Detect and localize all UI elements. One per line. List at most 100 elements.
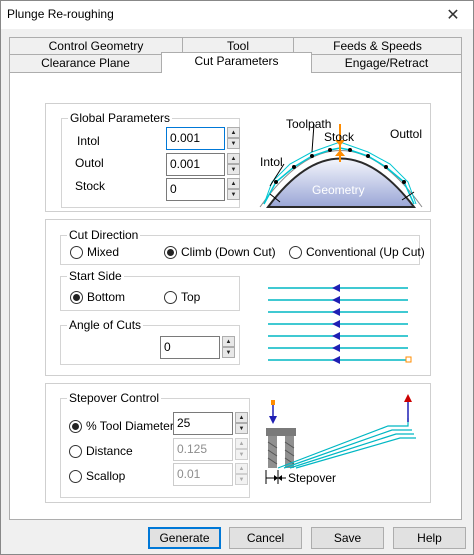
generate-button[interactable]: Generate bbox=[148, 527, 221, 549]
cut-settings-panel: Cut Direction Mixed Climb (Down Cut) Con… bbox=[45, 219, 431, 376]
outol-spinner[interactable]: ▲ ▼ bbox=[227, 153, 240, 175]
angle-spinner[interactable]: ▲ ▼ bbox=[222, 336, 235, 358]
title-bar: Plunge Re-roughing ✕ bbox=[1, 1, 473, 29]
cancel-button[interactable]: Cancel bbox=[229, 527, 302, 549]
tab-control-geometry[interactable]: Control Geometry bbox=[9, 37, 183, 55]
radio-label: Mixed bbox=[87, 245, 120, 259]
scallop-input[interactable]: 0.01 bbox=[173, 463, 233, 486]
spin-down-icon[interactable]: ▼ bbox=[235, 423, 248, 434]
tab-clearance-plane[interactable]: Clearance Plane bbox=[9, 54, 162, 73]
spin-up-icon[interactable]: ▲ bbox=[222, 336, 235, 347]
tab-feeds-speeds[interactable]: Feeds & Speeds bbox=[293, 37, 462, 55]
toolpath-point bbox=[328, 148, 332, 152]
toolpath-point bbox=[402, 180, 406, 184]
start-point-marker bbox=[405, 356, 412, 363]
stepover-panel: Stepover Control % Tool Diameter 25 ▲ ▼ D… bbox=[45, 383, 431, 503]
cut-direction-group: Cut Direction Mixed Climb (Down Cut) Con… bbox=[60, 228, 425, 265]
radio-indicator bbox=[69, 469, 82, 483]
tool-diameter-input[interactable]: 25 bbox=[173, 412, 233, 435]
radio-scallop[interactable]: Scallop bbox=[69, 469, 125, 483]
window-title: Plunge Re-roughing bbox=[7, 7, 114, 21]
start-side-title: Start Side bbox=[67, 269, 124, 283]
toolpath-point bbox=[310, 154, 314, 158]
direction-arrow-icon bbox=[332, 284, 340, 292]
global-parameters-title: Global Parameters bbox=[68, 111, 173, 125]
spin-down-icon[interactable]: ▼ bbox=[235, 474, 248, 485]
stepover-control-title: Stepover Control bbox=[67, 391, 162, 405]
direction-arrow-icon bbox=[332, 344, 340, 352]
toolpath-point bbox=[348, 148, 352, 152]
radio-top[interactable]: Top bbox=[164, 290, 200, 304]
radio-label: Distance bbox=[86, 444, 133, 458]
start-side-group: Start Side Bottom Top bbox=[60, 269, 240, 311]
spin-up-icon[interactable]: ▲ bbox=[235, 412, 248, 423]
help-button[interactable]: Help bbox=[393, 527, 466, 549]
radio-indicator bbox=[289, 245, 302, 259]
spin-down-icon[interactable]: ▼ bbox=[235, 449, 248, 460]
outol-label: Outol bbox=[75, 156, 104, 170]
toolpath-point bbox=[384, 165, 388, 169]
spin-down-icon[interactable]: ▼ bbox=[227, 138, 240, 149]
stock-label: Stock bbox=[75, 179, 106, 193]
radio-label: Conventional (Up Cut) bbox=[306, 245, 425, 259]
intol-label: Intol bbox=[77, 134, 100, 148]
radio-label: Scallop bbox=[86, 469, 126, 483]
spin-down-icon[interactable]: ▼ bbox=[227, 189, 240, 200]
spin-up-icon[interactable]: ▲ bbox=[235, 438, 248, 449]
close-icon[interactable]: ✕ bbox=[443, 5, 463, 25]
toolpath-point bbox=[292, 165, 296, 169]
radio-bottom[interactable]: Bottom bbox=[70, 290, 125, 304]
tab-cut-parameters[interactable]: Cut Parameters bbox=[161, 52, 312, 73]
distance-input[interactable]: 0.125 bbox=[173, 438, 233, 461]
spin-down-icon[interactable]: ▼ bbox=[227, 164, 240, 175]
radio-label: % Tool Diameter bbox=[86, 419, 174, 433]
radio-tool-diameter[interactable]: % Tool Diameter bbox=[69, 419, 174, 433]
radio-indicator bbox=[70, 290, 83, 304]
scallop-spinner[interactable]: ▲ ▼ bbox=[235, 463, 248, 485]
spin-up-icon[interactable]: ▲ bbox=[227, 127, 240, 138]
intol-input[interactable]: 0.001 bbox=[166, 127, 225, 150]
geometry-label: Geometry bbox=[312, 183, 365, 197]
radio-climb[interactable]: Climb (Down Cut) bbox=[164, 245, 276, 259]
spin-down-icon[interactable]: ▼ bbox=[222, 347, 235, 358]
stepover-control-group: Stepover Control % Tool Diameter 25 ▲ ▼ D… bbox=[60, 391, 250, 498]
stock-input[interactable]: 0 bbox=[166, 178, 225, 201]
tolerance-diagram: Toolpath Stock Outtol Intol Geometry bbox=[259, 117, 423, 208]
distance-spinner[interactable]: ▲ ▼ bbox=[235, 438, 248, 460]
spin-up-icon[interactable]: ▲ bbox=[227, 178, 240, 189]
plunge-arrow-icon bbox=[269, 416, 277, 424]
cut-parameters-page: Global Parameters Intol 0.001 ▲ ▼ Outol 0… bbox=[9, 72, 462, 520]
radio-distance[interactable]: Distance bbox=[69, 444, 133, 458]
radio-indicator bbox=[69, 444, 82, 458]
intol-spinner[interactable]: ▲ ▼ bbox=[227, 127, 240, 149]
cut-pattern-diagram bbox=[268, 284, 412, 364]
global-parameters-group: Global Parameters Intol 0.001 ▲ ▼ Outol 0… bbox=[61, 111, 240, 208]
outtol-label: Outtol bbox=[390, 127, 422, 141]
tool-start-marker bbox=[271, 400, 275, 405]
angle-input[interactable]: 0 bbox=[160, 336, 220, 359]
toolpath-label: Toolpath bbox=[286, 117, 331, 131]
radio-conventional[interactable]: Conventional (Up Cut) bbox=[289, 245, 425, 259]
radio-indicator bbox=[69, 419, 82, 433]
angle-of-cuts-group: Angle of Cuts 0 ▲ ▼ bbox=[60, 318, 240, 365]
global-parameters-panel: Global Parameters Intol 0.001 ▲ ▼ Outol 0… bbox=[45, 103, 431, 212]
direction-arrow-icon bbox=[332, 356, 340, 364]
radio-mixed[interactable]: Mixed bbox=[70, 245, 119, 259]
radio-label: Climb (Down Cut) bbox=[181, 245, 276, 259]
stock-diagram-label: Stock bbox=[324, 130, 355, 144]
direction-arrow-icon bbox=[332, 296, 340, 304]
spin-up-icon[interactable]: ▲ bbox=[227, 153, 240, 164]
radio-indicator bbox=[70, 245, 83, 259]
radio-indicator bbox=[164, 245, 177, 259]
cut-direction-title: Cut Direction bbox=[67, 228, 141, 242]
tool-holder bbox=[266, 428, 296, 436]
direction-arrow-icon bbox=[332, 332, 340, 340]
stock-spinner[interactable]: ▲ ▼ bbox=[227, 178, 240, 200]
angle-of-cuts-title: Angle of Cuts bbox=[67, 318, 144, 332]
stepover-label: Stepover bbox=[288, 471, 336, 485]
tool-diameter-spinner[interactable]: ▲ ▼ bbox=[235, 412, 248, 434]
outol-input[interactable]: 0.001 bbox=[166, 153, 225, 176]
spin-up-icon[interactable]: ▲ bbox=[235, 463, 248, 474]
save-button[interactable]: Save bbox=[311, 527, 384, 549]
tab-engage-retract[interactable]: Engage/Retract bbox=[311, 54, 462, 73]
